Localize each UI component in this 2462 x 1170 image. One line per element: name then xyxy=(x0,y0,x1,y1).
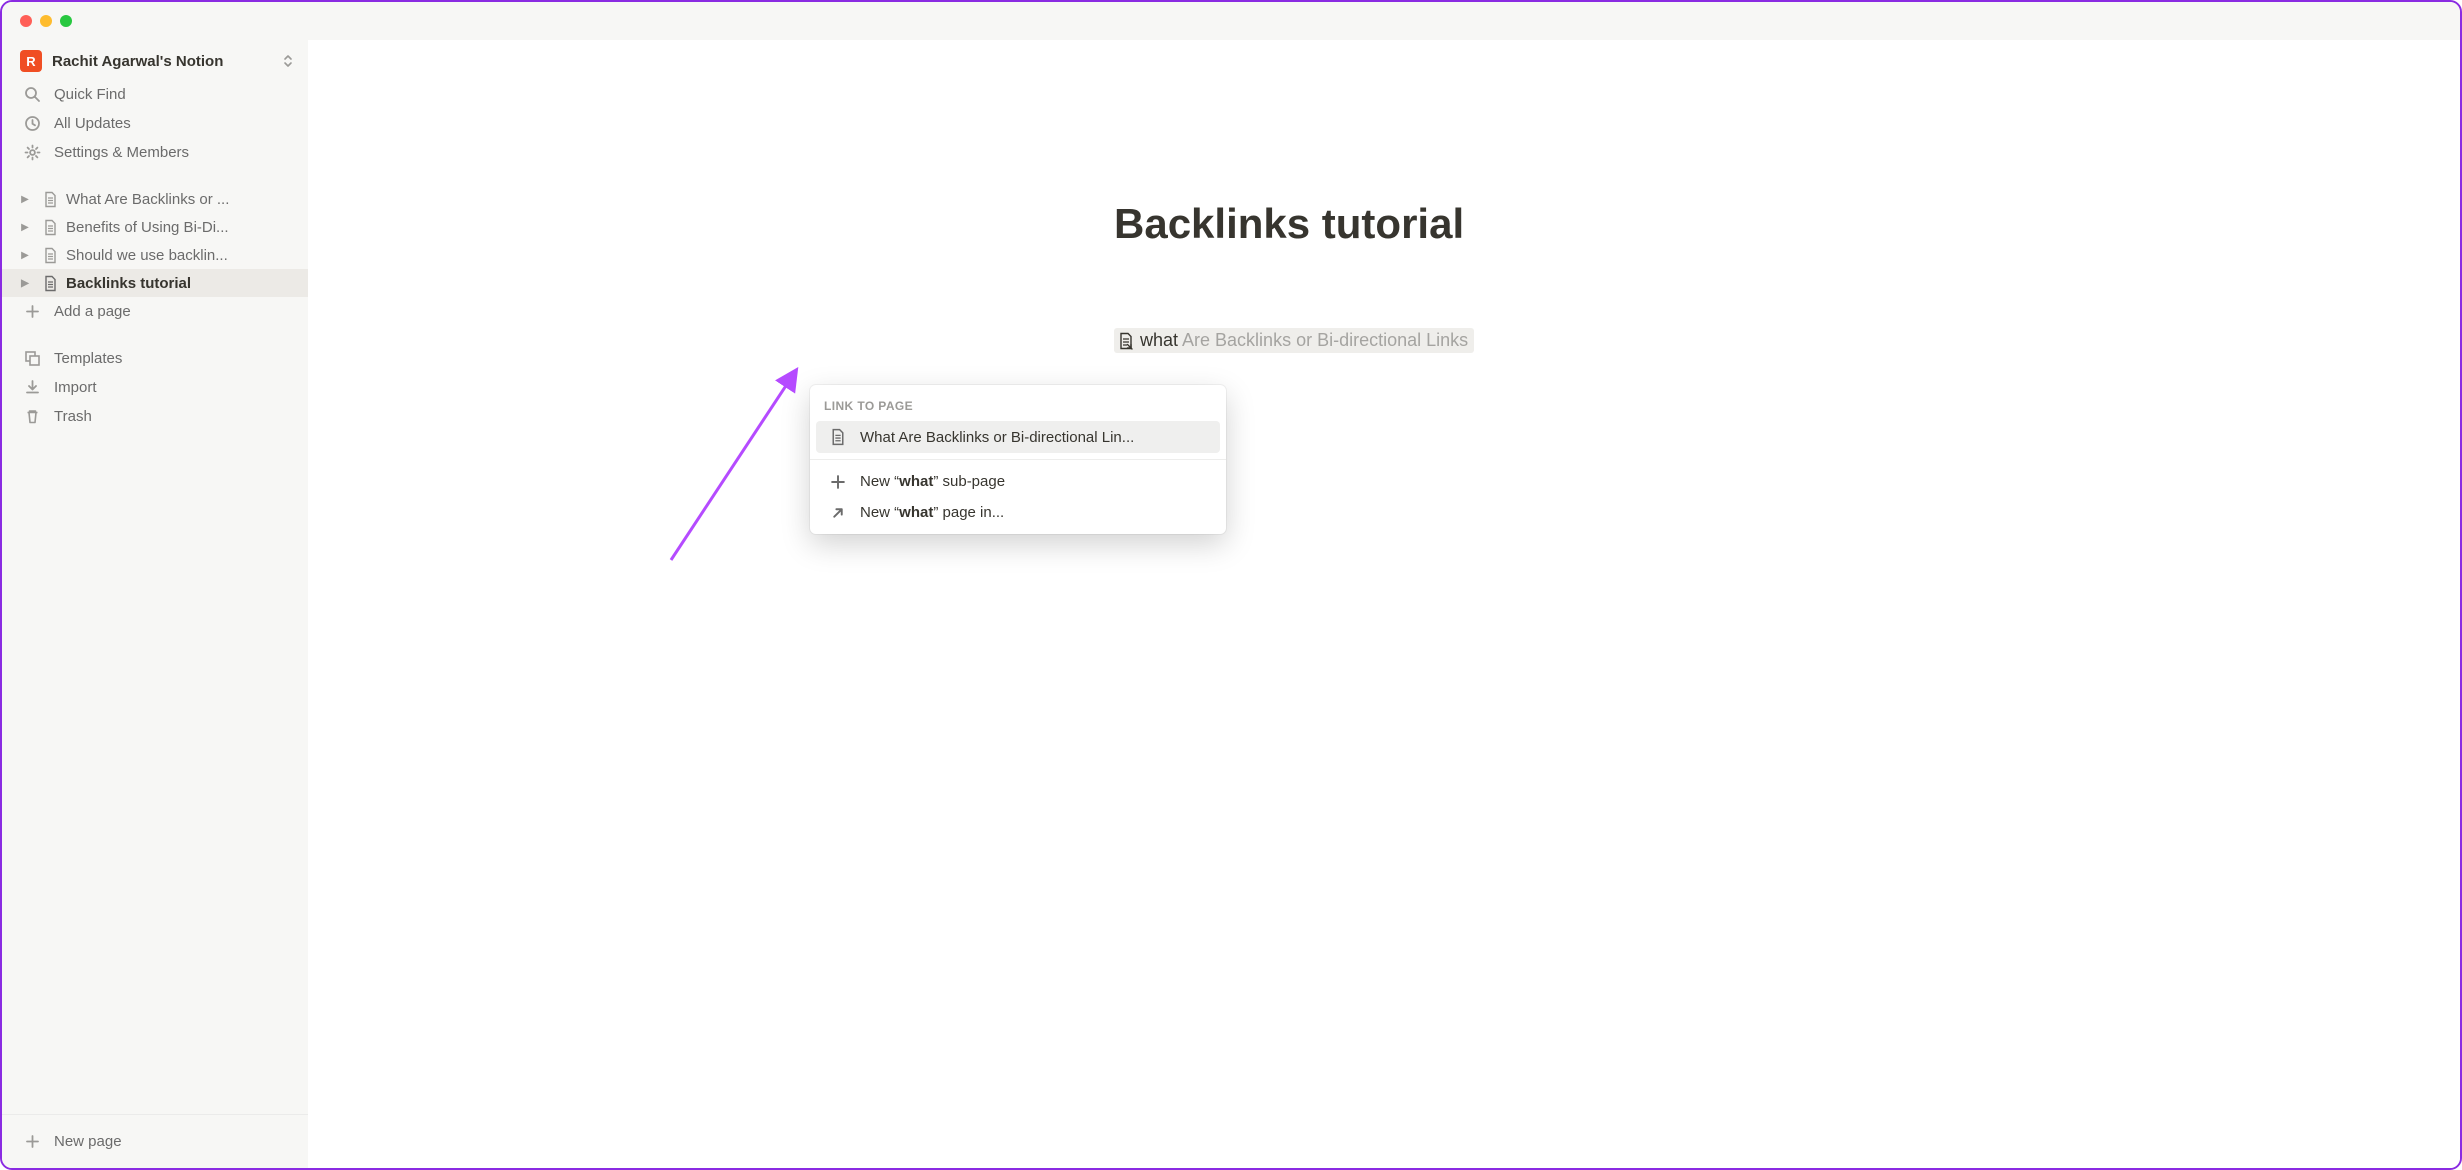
page-label: Benefits of Using Bi-Di... xyxy=(66,219,229,236)
popup-header: LINK TO PAGE xyxy=(810,393,1226,421)
page-list: ▶ What Are Backlinks or ... ▶ Benefits o… xyxy=(2,185,308,326)
link-completion-text: Are Backlinks or Bi-directional Links xyxy=(1182,330,1468,351)
new-page-label: New page xyxy=(54,1133,122,1150)
page-icon xyxy=(40,275,60,292)
fullscreen-window-button[interactable] xyxy=(60,15,72,27)
settings-members-button[interactable]: Settings & Members xyxy=(2,138,308,167)
page-label: Backlinks tutorial xyxy=(66,275,191,292)
workspace-switcher[interactable]: R Rachit Agarwal's Notion xyxy=(2,40,308,80)
sidebar-page-item[interactable]: ▶ Benefits of Using Bi-Di... xyxy=(2,213,308,241)
templates-icon xyxy=(22,350,42,367)
disclosure-triangle-icon[interactable]: ▶ xyxy=(16,274,34,292)
trash-button[interactable]: Trash xyxy=(2,402,308,431)
popup-new-subpage-label: New “what” sub-page xyxy=(860,473,1005,490)
window-controls xyxy=(20,15,72,27)
sidebar-page-item[interactable]: ▶ Backlinks tutorial xyxy=(2,269,308,297)
sidebar: R Rachit Agarwal's Notion Quick Find xyxy=(2,40,308,1168)
disclosure-triangle-icon[interactable]: ▶ xyxy=(16,246,34,264)
app-window: R Rachit Agarwal's Notion Quick Find xyxy=(0,0,2462,1170)
page-icon xyxy=(40,219,60,236)
disclosure-triangle-icon[interactable]: ▶ xyxy=(16,218,34,236)
templates-button[interactable]: Templates xyxy=(2,344,308,373)
new-page-button[interactable]: New page xyxy=(2,1125,308,1158)
page-label: What Are Backlinks or ... xyxy=(66,191,229,208)
nav-label: Import xyxy=(54,379,97,396)
page-icon xyxy=(40,247,60,264)
titlebar xyxy=(2,2,2460,40)
link-to-page-popup: LINK TO PAGE What Are Backlinks or Bi-di… xyxy=(810,385,1226,534)
nav-label: Trash xyxy=(54,408,92,425)
main-content: Backlinks tutorial what Are Backlinks or… xyxy=(308,40,2460,1168)
arrow-upright-icon xyxy=(828,505,848,521)
plus-icon xyxy=(22,1134,42,1149)
page-link-icon xyxy=(1116,331,1136,351)
body: R Rachit Agarwal's Notion Quick Find xyxy=(2,40,2460,1168)
updown-chevron-icon xyxy=(282,54,294,68)
workspace-name: Rachit Agarwal's Notion xyxy=(52,53,272,70)
trash-icon xyxy=(22,408,42,425)
link-typed-text: what xyxy=(1140,330,1178,351)
minimize-window-button[interactable] xyxy=(40,15,52,27)
add-page-label: Add a page xyxy=(54,303,131,320)
import-button[interactable]: Import xyxy=(2,373,308,402)
inline-page-link-input[interactable]: what Are Backlinks or Bi-directional Lin… xyxy=(1114,328,1474,353)
download-icon xyxy=(22,379,42,396)
nav-label: All Updates xyxy=(54,115,131,132)
disclosure-triangle-icon[interactable]: ▶ xyxy=(16,190,34,208)
quick-find-button[interactable]: Quick Find xyxy=(2,80,308,109)
workspace-avatar: R xyxy=(20,50,42,72)
clock-icon xyxy=(22,115,42,132)
nav-label: Templates xyxy=(54,350,122,367)
nav-label: Settings & Members xyxy=(54,144,189,161)
popup-new-pagein-label: New “what” page in... xyxy=(860,504,1004,521)
sidebar-footer: New page xyxy=(2,1114,308,1168)
popup-divider xyxy=(810,459,1226,460)
page-icon xyxy=(40,191,60,208)
page-icon xyxy=(828,428,848,446)
gear-icon xyxy=(22,144,42,161)
page-label: Should we use backlin... xyxy=(66,247,228,264)
popup-result-label: What Are Backlinks or Bi-directional Lin… xyxy=(860,429,1134,446)
sidebar-utilities: Templates Import Trash xyxy=(2,344,308,431)
close-window-button[interactable] xyxy=(20,15,32,27)
popup-new-subpage-item[interactable]: New “what” sub-page xyxy=(816,466,1220,497)
add-page-button[interactable]: Add a page xyxy=(2,297,308,326)
page-title[interactable]: Backlinks tutorial xyxy=(1114,200,1834,248)
plus-icon xyxy=(22,304,42,319)
search-icon xyxy=(22,86,42,103)
popup-result-item[interactable]: What Are Backlinks or Bi-directional Lin… xyxy=(816,421,1220,453)
all-updates-button[interactable]: All Updates xyxy=(2,109,308,138)
popup-new-pagein-item[interactable]: New “what” page in... xyxy=(816,497,1220,528)
sidebar-page-item[interactable]: ▶ What Are Backlinks or ... xyxy=(2,185,308,213)
plus-icon xyxy=(828,474,848,490)
page-body: Backlinks tutorial what Are Backlinks or… xyxy=(934,40,1834,356)
sidebar-page-item[interactable]: ▶ Should we use backlin... xyxy=(2,241,308,269)
nav-label: Quick Find xyxy=(54,86,126,103)
annotation-arrow xyxy=(663,360,823,580)
